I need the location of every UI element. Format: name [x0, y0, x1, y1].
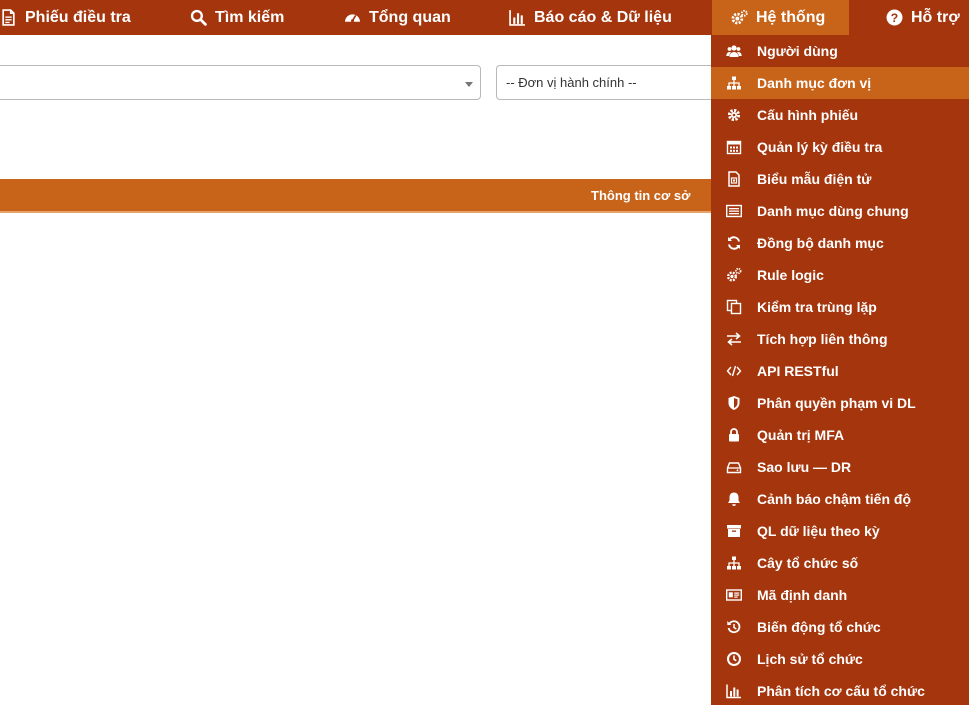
menu-item-rule-logic[interactable]: Rule logic [711, 259, 969, 291]
menu-item-danh-muc-dung-chung[interactable]: Danh mục dùng chung [711, 195, 969, 227]
top-navbar: Phiếu điều tra Tìm kiếm Tổng quan Báo cá… [0, 0, 969, 35]
clock-icon [727, 652, 741, 666]
nav-label: Phiếu điều tra [25, 8, 131, 26]
menu-item-bien-dong-to-chuc[interactable]: Biến động tổ chức [711, 611, 969, 643]
gears-icon [731, 9, 748, 25]
menu-item-label: Cảnh báo chậm tiến độ [757, 491, 912, 507]
list-icon [726, 204, 742, 218]
sitemap-icon [727, 556, 741, 570]
menu-item-label: QL dữ liệu theo kỳ [757, 523, 880, 539]
menu-item-cay-to-chuc-so[interactable]: Cây tổ chức số [711, 547, 969, 579]
file-form-icon [728, 171, 740, 187]
nav-tim-kiem[interactable]: Tìm kiếm [190, 0, 284, 35]
help-icon: ? [886, 9, 903, 26]
nav-label: Báo cáo & Dữ liệu [534, 8, 672, 26]
code-icon [726, 365, 742, 377]
info-bar-title: Thông tin cơ sở [591, 188, 691, 203]
menu-item-cau-hinh-phieu[interactable]: Cấu hình phiếu [711, 99, 969, 131]
menu-item-label: Quản lý kỳ điều tra [757, 139, 883, 155]
nav-he-thong[interactable]: Hệ thống [712, 0, 849, 35]
shield-icon [728, 396, 740, 410]
history-icon [727, 620, 741, 634]
sync-icon [728, 236, 740, 250]
menu-item-phan-quyen-pham-vi[interactable]: Phân quyền phạm vi DL [711, 387, 969, 419]
menu-item-bieu-mau-dien-tu[interactable]: Biểu mẫu điện tử [711, 163, 969, 195]
menu-item-dong-bo-danh-muc[interactable]: Đồng bộ danh mục [711, 227, 969, 259]
menu-item-label: Sao lưu — DR [757, 459, 852, 475]
menu-item-api-restful[interactable]: API RESTful [711, 355, 969, 387]
id-card-icon [726, 589, 742, 601]
menu-item-label: Biến động tổ chức [757, 619, 881, 635]
menu-item-label: Người dùng [757, 43, 838, 59]
menu-item-label: Biểu mẫu điện tử [757, 171, 872, 187]
menu-item-label: Đồng bộ danh mục [757, 235, 884, 251]
menu-item-lich-su-to-chuc[interactable]: Lịch sử tổ chức [711, 643, 969, 675]
menu-item-label: Rule logic [757, 267, 824, 283]
nav-label: Hỗ trợ [911, 8, 960, 26]
menu-item-label: Cấu hình phiếu [757, 107, 859, 123]
gear-icon [727, 108, 741, 122]
menu-item-danh-muc-don-vi[interactable]: Danh mục đơn vị [711, 67, 969, 99]
menu-item-nguoi-dung[interactable]: Người dùng [711, 35, 969, 67]
menu-item-quan-tri-mfa[interactable]: Quản trị MFA [711, 419, 969, 451]
document-icon [2, 9, 15, 26]
users-icon [726, 45, 742, 57]
menu-item-phan-tich-co-cau[interactable]: Phân tích cơ cấu tổ chức [711, 675, 969, 705]
menu-item-label: Quản trị MFA [757, 427, 845, 443]
hdd-icon [726, 462, 742, 474]
system-dropdown-menu: Người dùng Danh mục đơn vị Cấu hình phiế… [711, 35, 969, 705]
nav-label: Tìm kiếm [215, 8, 285, 26]
menu-item-label: Phân tích cơ cấu tổ chức [757, 683, 925, 699]
lock-icon [729, 428, 739, 442]
menu-item-ma-dinh-danh[interactable]: Mã định danh [711, 579, 969, 611]
menu-item-kiem-tra-trung-lap[interactable]: Kiểm tra trùng lặp [711, 291, 969, 323]
calendar-icon [726, 140, 742, 155]
menu-item-label: Cây tổ chức số [757, 555, 859, 571]
menu-item-label: Phân quyền phạm vi DL [757, 395, 916, 411]
menu-item-label: Tích hợp liên thông [757, 331, 888, 347]
menu-item-label: Danh mục dùng chung [757, 203, 909, 219]
nav-tong-quan[interactable]: Tổng quan [344, 0, 451, 35]
bar-chart-icon [726, 684, 741, 699]
search-icon [190, 9, 207, 26]
nav-label: Tổng quan [369, 8, 451, 26]
menu-item-quan-ly-ky-dieu-tra[interactable]: Quản lý kỳ điều tra [711, 131, 969, 163]
copy-icon [726, 299, 742, 315]
main-select[interactable] [0, 65, 481, 100]
unit-select-value: -- Đơn vị hành chính -- [506, 75, 637, 90]
cogs-icon [727, 267, 742, 282]
menu-item-label: Danh mục đơn vị [757, 75, 872, 91]
nav-bao-cao[interactable]: Báo cáo & Dữ liệu [509, 0, 672, 35]
exchange-icon [727, 332, 741, 346]
menu-item-label: Lịch sử tổ chức [757, 651, 863, 667]
administrative-unit-select[interactable]: -- Đơn vị hành chính -- [496, 65, 726, 100]
svg-text:?: ? [891, 11, 898, 25]
nav-ho-tro[interactable]: ? Hỗ trợ [886, 0, 960, 35]
menu-item-label: Kiểm tra trùng lặp [757, 299, 877, 315]
menu-item-sao-luu-dr[interactable]: Sao lưu — DR [711, 451, 969, 483]
menu-item-label: Mã định danh [757, 587, 848, 603]
archive-icon [727, 525, 741, 537]
sitemap-icon [727, 76, 741, 90]
menu-item-tich-hop-lien-thong[interactable]: Tích hợp liên thông [711, 323, 969, 355]
bell-icon [728, 492, 740, 506]
menu-item-label: API RESTful [757, 363, 839, 379]
nav-phieu-dieu-tra[interactable]: Phiếu điều tra [0, 0, 170, 35]
menu-item-canh-bao-cham-tien-do[interactable]: Cảnh báo chậm tiến độ [711, 483, 969, 515]
bar-chart-icon [509, 10, 525, 26]
nav-label: Hệ thống [756, 8, 826, 26]
dashboard-icon [345, 14, 360, 23]
menu-item-ql-du-lieu-theo-ky[interactable]: QL dữ liệu theo kỳ [711, 515, 969, 547]
caret-down-icon [465, 82, 473, 87]
